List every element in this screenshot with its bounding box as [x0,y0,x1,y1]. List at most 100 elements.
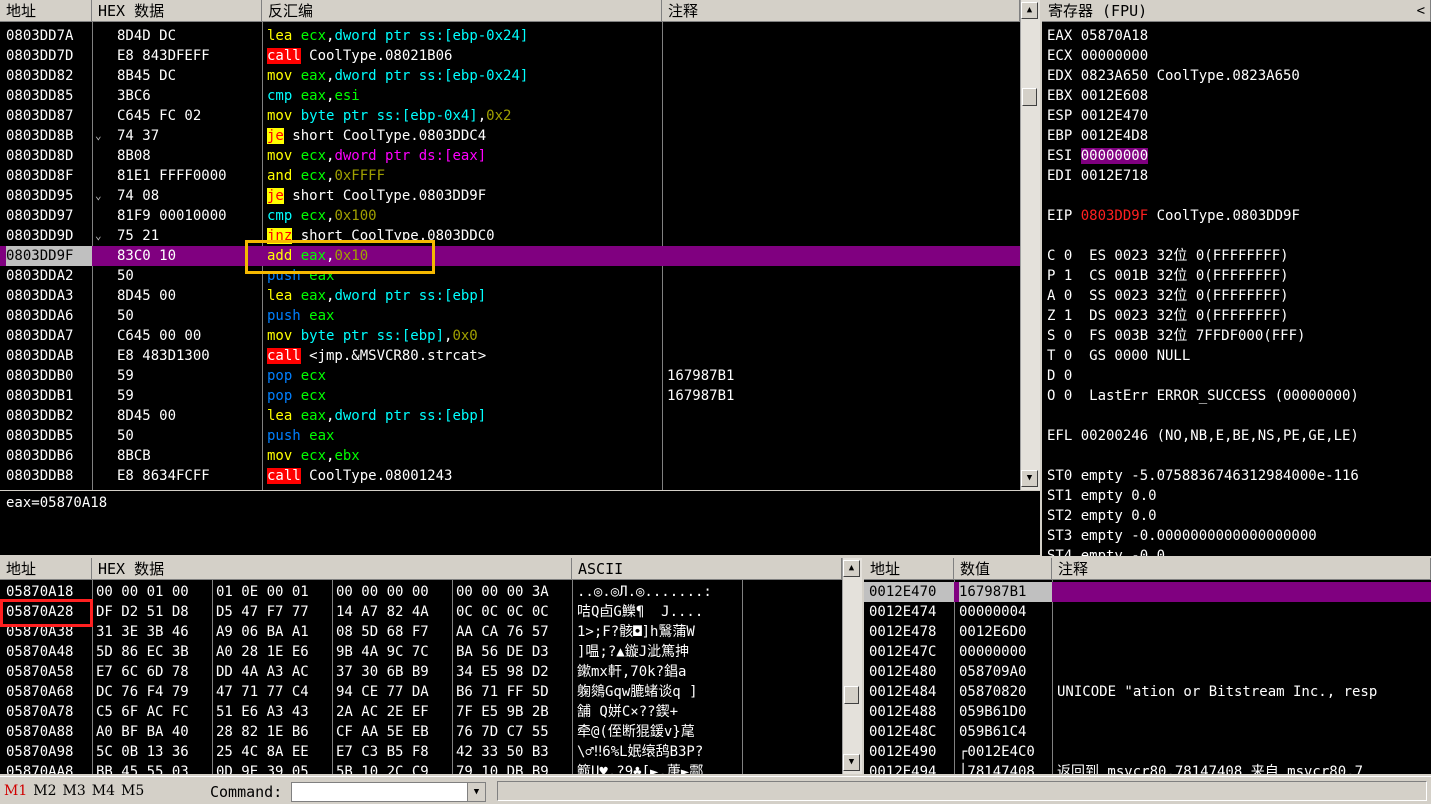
disasm-row[interactable]: 0803DDB8 E8 8634FCFF call CoolType.0800124… [0,466,1020,486]
register-line[interactable] [1047,406,1431,426]
disasm-row[interactable]: 0803DD7D E8 843DFEFF call CoolType.08021B0… [0,46,1020,66]
stack-row[interactable]: 0012E484 05870820 UNICODE "ation or Bitstr… [864,682,1431,702]
disasm-row[interactable]: 0803DD82 8B45 DC mov eax,dword ptr ss:[ebp… [0,66,1020,86]
disasm-row[interactable]: 0803DD85 3BC6 cmp eax,esi [0,86,1020,106]
disasm-row[interactable]: 0803DDA6 50 push eax [0,306,1020,326]
dump-row[interactable]: 05870A68 DC 76 F4 79 47 71 77 C4 94 CE 77 D… [0,682,842,702]
dump-row[interactable]: 05870A78 C5 6F AC FC 51 E6 A3 43 2A AC 2E E… [0,702,842,722]
register-line[interactable]: EAX 05870A18 [1047,26,1431,46]
stack-header-value[interactable]: 数值 [954,558,1052,580]
dump-row[interactable]: 05870A28 DF D2 51 D8 D5 47 F7 77 14 A7 82 4… [0,602,842,622]
register-line[interactable]: Z 1 DS 0023 32位 0(FFFFFFFF) [1047,306,1431,326]
registers-pane[interactable]: 寄存器 (FPU) < EAX 05870A18 ECX 00000000 EDX … [1042,0,1431,556]
disasm-header-address[interactable]: 地址 [0,0,92,22]
dump-row[interactable]: 05870A58 E7 6C 6D 78 DD 4A A3 AC 37 30 6B B… [0,662,842,682]
disasm-header-disassembly[interactable]: 反汇编 [262,0,662,22]
register-line[interactable] [1047,446,1431,466]
scrollbar-thumb[interactable] [1022,88,1037,106]
marker-m3[interactable]: M3 [63,783,86,799]
marker-m2[interactable]: M2 [33,783,56,799]
register-line[interactable]: D 0 [1047,366,1431,386]
disasm-row[interactable]: 0803DD7A 8D4D DC lea ecx,dword ptr ss:[ebp… [0,26,1020,46]
disasm-row[interactable]: 0803DDB6 8BCB mov ecx,ebx [0,446,1020,466]
disasm-row[interactable]: 0803DDB2 8D45 00 lea eax,dword ptr ss:[ebp… [0,406,1020,426]
stack-header-comment[interactable]: 注释 [1052,558,1431,580]
scroll-up-icon[interactable]: ▲ [843,560,860,577]
marker-m1[interactable]: M1 [4,783,27,799]
register-line[interactable]: EDI 0012E718 [1047,166,1431,186]
stack-row[interactable]: 0012E478 0012E6D0 [864,622,1431,642]
marker-m5[interactable]: M5 [121,783,144,799]
register-line[interactable]: ESI 00000000 [1047,146,1431,166]
stack-row[interactable]: 0012E490 ┌0012E4C0 [864,742,1431,762]
stack-row[interactable]: 0012E474 00000004 [864,602,1431,622]
disasm-row[interactable]: 0803DD97 81F9 00010000 cmp ecx,0x100 [0,206,1020,226]
disasm-row[interactable]: 0803DDB5 50 push eax [0,426,1020,446]
disasm-row[interactable]: 0803DDA7 C645 00 00 mov byte ptr ss:[ebp],… [0,326,1020,346]
dump-header-hex[interactable]: HEX 数据 [92,558,572,580]
register-line[interactable]: A 0 SS 0023 32位 0(FFFFFFFF) [1047,286,1431,306]
disasm-row[interactable]: 0803DD9D ⌄ 75 21 jnz short CoolType.0803DDC… [0,226,1020,246]
register-line[interactable] [1047,226,1431,246]
registers-title[interactable]: 寄存器 (FPU) [1042,0,1431,22]
register-line[interactable]: ST1 empty 0.0 [1047,486,1431,506]
disasm-header-hex[interactable]: HEX 数据 [92,0,262,22]
register-line[interactable]: EBX 0012E608 [1047,86,1431,106]
register-line[interactable]: EFL 00200246 (NO,NB,E,BE,NS,PE,GE,LE) [1047,426,1431,446]
disasm-row[interactable]: 0803DD8D 8B08 mov ecx,dword ptr ds:[eax] [0,146,1020,166]
register-line[interactable]: ST2 empty 0.0 [1047,506,1431,526]
register-line[interactable]: P 1 CS 001B 32位 0(FFFFFFFF) [1047,266,1431,286]
dump-header-ascii[interactable]: ASCII [572,558,842,580]
dump-row[interactable]: 05870A48 5D 86 EC 3B A0 28 1E E6 9B 4A 9C 7… [0,642,842,662]
stack-row[interactable]: 0012E47C 00000000 [864,642,1431,662]
dump-scrollbar[interactable]: ▲ ▼ [842,558,862,774]
disasm-row[interactable]: 0803DDA2 50 push eax [0,266,1020,286]
stack-row[interactable]: 0012E480 058709A0 [864,662,1431,682]
register-line[interactable]: O 0 LastErr ERROR_SUCCESS (00000000) [1047,386,1431,406]
stack-pane[interactable]: 地址 数值 注释 0012E470 167987B1 0012E474 0000000… [864,558,1431,774]
disasm-row[interactable]: 0803DDB0 59 pop ecx 167987B1 [0,366,1020,386]
register-line[interactable] [1047,186,1431,206]
register-line[interactable]: ST0 empty -5.0758836746312984000e-116 [1047,466,1431,486]
dump-row[interactable]: 05870A98 5C 0B 13 36 25 4C 8A EE E7 C3 B5 F… [0,742,842,762]
disasm-row[interactable]: 0803DDAB E8 483D1300 call <jmp.&MSVCR80.st… [0,346,1020,366]
dump-row[interactable]: 05870A18 00 00 01 00 01 0E 00 01 00 00 00 0… [0,582,842,602]
register-line[interactable]: ST4 empty -0.0 [1047,546,1431,556]
marker-m4[interactable]: M4 [92,783,115,799]
register-line[interactable]: ESP 0012E470 [1047,106,1431,126]
registers-collapse-button[interactable]: < [1417,0,1425,22]
disasm-row[interactable]: 0803DDA3 8D45 00 lea eax,dword ptr ss:[ebp… [0,286,1020,306]
register-line[interactable]: C 0 ES 0023 32位 0(FFFFFFFF) [1047,246,1431,266]
disasm-row[interactable]: 0803DD95 ⌄ 74 08 je short CoolType.0803DD9F [0,186,1020,206]
disasm-row[interactable]: 0803DD8F 81E1 FFFF0000 and ecx,0xFFFF [0,166,1020,186]
scroll-up-icon[interactable]: ▲ [1021,2,1038,19]
disassembly-pane[interactable]: 地址 HEX 数据 反汇编 注释 0803DD7A 8D4D DC lea ecx,… [0,0,1040,490]
register-line[interactable]: T 0 GS 0000 NULL [1047,346,1431,366]
disasm-row[interactable]: 0803DDB1 59 pop ecx 167987B1 [0,386,1020,406]
command-input[interactable]: ▼ [291,782,486,802]
stack-row[interactable]: 0012E48C 059B61C4 [864,722,1431,742]
disasm-row[interactable]: 0803DD9F 83C0 10 add eax,0x10 [0,246,1020,266]
stack-row[interactable]: 0012E470 167987B1 [864,582,1431,602]
stack-row[interactable]: 0012E488 059B61D0 [864,702,1431,722]
disasm-row[interactable]: 0803DD8B ⌄ 74 37 je short CoolType.0803DDC4 [0,126,1020,146]
dropdown-arrow-icon[interactable]: ▼ [467,783,485,801]
disasm-scrollbar[interactable]: ▲ ▼ [1020,0,1040,490]
dump-pane[interactable]: 地址 HEX 数据 ASCII 05870A18 00 00 01 00 01 0E… [0,558,862,774]
register-line[interactable]: EIP 0803DD9F CoolType.0803DD9F [1047,206,1431,226]
register-line[interactable]: ECX 00000000 [1047,46,1431,66]
disasm-row[interactable]: 0803DD87 C645 FC 02 mov byte ptr ss:[ebp-0… [0,106,1020,126]
register-line[interactable]: ST3 empty -0.0000000000000000000 [1047,526,1431,546]
register-line[interactable]: EBP 0012E4D8 [1047,126,1431,146]
register-line[interactable]: EDX 0823A650 CoolType.0823A650 [1047,66,1431,86]
stack-row[interactable]: 0012E494 │78147408 返回到 msvcr80.78147408 来自… [864,762,1431,774]
dump-header-address[interactable]: 地址 [0,558,92,580]
scroll-down-icon[interactable]: ▼ [843,754,860,771]
disasm-header-comment[interactable]: 注释 [662,0,1020,22]
stack-header-address[interactable]: 地址 [864,558,954,580]
scroll-down-icon[interactable]: ▼ [1021,470,1038,487]
dump-row[interactable]: 05870AA8 BB 45 55 03 0D 9E 39 05 5B 10 2C C… [0,762,842,774]
dump-row[interactable]: 05870A88 A0 BF BA 40 28 82 1E B6 CF AA 5E E… [0,722,842,742]
scrollbar-thumb[interactable] [844,686,859,704]
dump-row[interactable]: 05870A38 31 3E 3B 46 A9 06 BA A1 08 5D 68 F… [0,622,842,642]
